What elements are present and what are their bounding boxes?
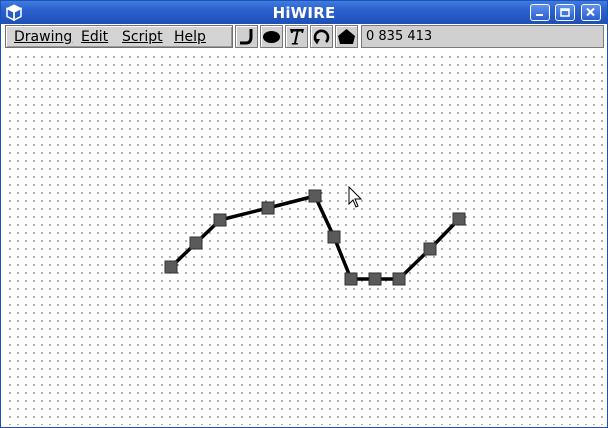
menu-help[interactable]: Help [174,29,206,45]
rotate-tool[interactable] [310,25,333,48]
menu-script[interactable]: Script [122,29,163,45]
coordinate-readout: 0 835 413 [361,25,604,48]
arrow-cursor-icon [348,185,363,208]
wire-handle[interactable] [261,201,275,215]
wire-path[interactable] [169,194,461,281]
wire-handle[interactable] [164,260,178,274]
wire-handles [164,189,466,286]
close-icon [586,7,595,17]
wire-handle[interactable] [392,272,406,286]
window-title: HiWIRE [272,4,336,22]
wire-icon [240,29,253,45]
menu-drawing[interactable]: Drawing [14,29,72,45]
title-bar[interactable]: HiWIRE [1,1,607,24]
minimize-button[interactable] [530,4,550,21]
maximize-icon [560,8,570,17]
wire-handle[interactable] [423,242,437,256]
text-tool[interactable] [285,25,308,48]
text-icon [290,29,304,45]
app-window: HiWIRE Drawing Edit Script Help 0 835 41… [0,0,608,428]
wire-handle[interactable] [327,230,341,244]
drawing-canvas[interactable] [4,51,604,425]
toolbar: Drawing Edit Script Help 0 835 413 [1,24,607,50]
minimize-icon [536,14,543,16]
wire-handle[interactable] [189,236,203,250]
wire-tool[interactable] [235,25,258,48]
wire-handle[interactable] [213,213,227,227]
polygon-icon [338,29,355,44]
menu-edit[interactable]: Edit [81,29,108,45]
wire-handle[interactable] [368,272,382,286]
maximize-button[interactable] [555,4,575,21]
wire-handle[interactable] [308,189,322,203]
ellipse-tool[interactable] [260,25,283,48]
wire-drawing [164,185,466,286]
close-button[interactable] [581,4,601,21]
wire-handle[interactable] [344,272,358,286]
ellipse-icon [263,31,280,43]
shape-tool[interactable] [335,25,358,48]
rotate-icon [313,29,330,45]
wire-handle[interactable] [452,212,466,226]
menu-bar: Drawing Edit Script Help [5,25,233,48]
